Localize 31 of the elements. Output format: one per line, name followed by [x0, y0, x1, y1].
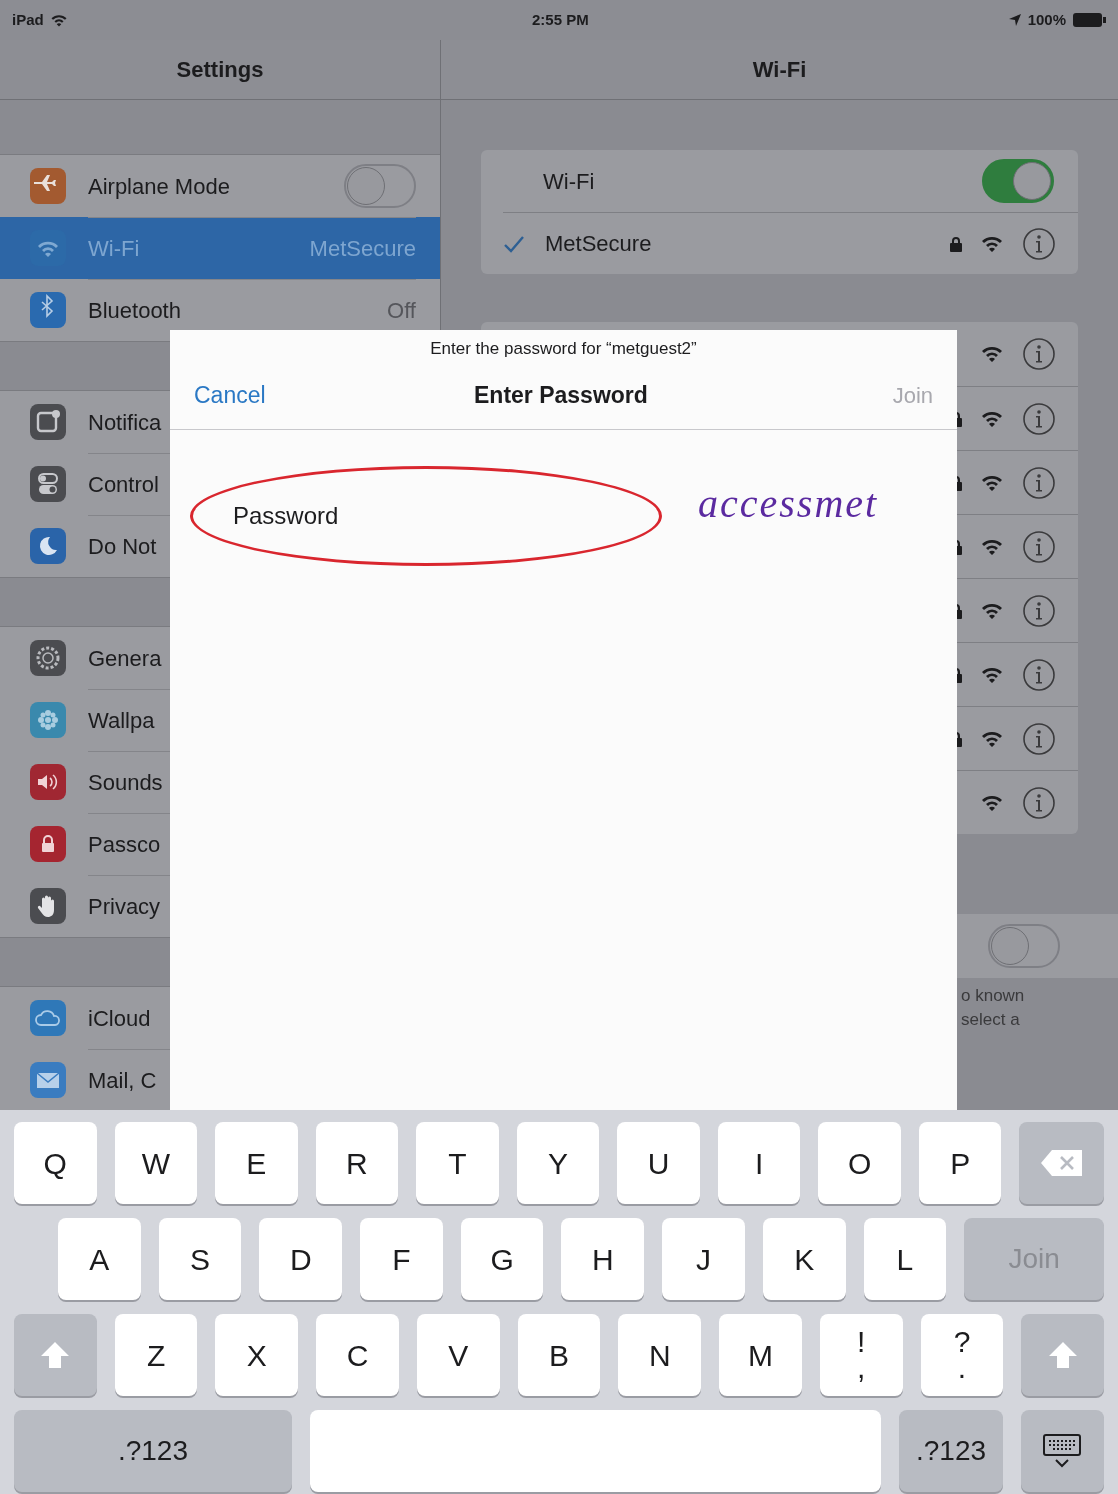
row-label: Wi-Fi [88, 235, 140, 263]
key-symbol: ? [953, 1329, 971, 1355]
row-label: Control [88, 471, 159, 499]
dialog-title: Enter Password [474, 380, 648, 410]
footer-text: o known [961, 985, 1026, 1007]
row-label: Passco [88, 831, 161, 859]
row-label: Airplane Mode [88, 172, 230, 201]
row-value: MetSecure [309, 235, 416, 263]
row-label: Sounds [88, 769, 163, 797]
row-label: Privacy [88, 893, 161, 921]
key-symbol: . [957, 1355, 967, 1381]
footer-text: select a [961, 1009, 1021, 1031]
network-name: MetSecure [545, 230, 652, 258]
row-label: Notifica [88, 408, 162, 437]
row-label: Genera [88, 644, 162, 673]
sidebar-title: Settings [176, 56, 264, 84]
handwritten-note: accessmet [698, 479, 879, 528]
row-label: Mail, C [88, 1067, 157, 1095]
battery-percent: 100% [1027, 9, 1066, 30]
row-label: Do Not [88, 533, 157, 561]
row-label: Wi-Fi [543, 167, 595, 196]
key-symbol: , [857, 1355, 866, 1381]
device-name: iPad [12, 9, 44, 30]
row-value: Off [387, 297, 416, 325]
row-label: Wallpa [88, 707, 155, 735]
status-time: 2:55 PM [532, 9, 589, 30]
row-label: iCloud [88, 1004, 151, 1033]
row-label: Bluetooth [88, 297, 181, 325]
dialog-subtitle: Enter the password for “metguest2” [430, 338, 697, 360]
detail-title: Wi-Fi [752, 56, 807, 84]
key-symbol: ! [857, 1329, 866, 1355]
